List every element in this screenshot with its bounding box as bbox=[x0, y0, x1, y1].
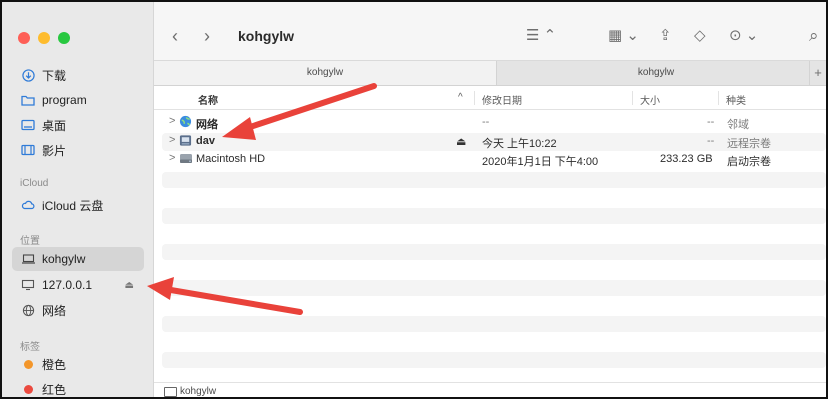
hard-drive-icon bbox=[179, 152, 193, 168]
window-title: kohgylw bbox=[238, 28, 295, 44]
empty-row-stripe bbox=[162, 280, 826, 296]
sidebar-item-label: 127.0.0.1 bbox=[42, 278, 93, 292]
monitor-icon bbox=[20, 277, 36, 293]
back-button[interactable]: ‹ bbox=[172, 26, 178, 47]
sidebar-section-locations: 位置 bbox=[20, 236, 40, 247]
column-divider bbox=[632, 91, 633, 105]
row-size: 233.23 GB bbox=[660, 153, 713, 165]
finder-window: 下载 program 桌面 影片 iCloud iCloud 云盘 位置 koh… bbox=[0, 0, 828, 399]
sidebar-tag-orange[interactable]: 橙色 bbox=[12, 352, 144, 376]
desktop-icon bbox=[20, 117, 36, 133]
table-row[interactable]: > 网络 -- -- 邻域 bbox=[162, 114, 826, 132]
sort-indicator-icon: ^ bbox=[458, 92, 463, 103]
sidebar-item-label: 红色 bbox=[42, 382, 67, 397]
row-kind: 邻域 bbox=[727, 119, 749, 131]
column-header-row: 名称 ^ 修改日期 大小 种类 bbox=[154, 87, 826, 110]
row-name: 网络 bbox=[196, 119, 218, 131]
table-row[interactable]: > Macintosh HD 2020年1月1日 下午4:00 233.23 G… bbox=[162, 151, 826, 169]
disclosure-chevron-icon[interactable]: > bbox=[169, 115, 175, 127]
column-divider bbox=[718, 91, 719, 105]
list-view-icon[interactable]: ☰ ⌃ bbox=[526, 26, 556, 44]
sidebar-item-label: 桌面 bbox=[42, 118, 67, 133]
row-size: -- bbox=[707, 135, 715, 147]
group-icon[interactable]: ▦ ⌄ bbox=[608, 26, 639, 44]
more-actions-icon[interactable]: ⊙ ⌄ bbox=[729, 26, 758, 44]
sidebar-item-desktop[interactable]: 桌面 bbox=[12, 113, 144, 137]
sidebar-item-label: 下载 bbox=[42, 68, 67, 83]
laptop-icon bbox=[164, 387, 177, 397]
sidebar-item-icloud-drive[interactable]: iCloud 云盘 bbox=[12, 193, 144, 217]
new-tab-button[interactable]: + bbox=[809, 61, 826, 85]
sidebar-item-program[interactable]: program bbox=[12, 88, 144, 112]
minimize-button[interactable] bbox=[38, 32, 50, 44]
sidebar-item-downloads[interactable]: 下载 bbox=[12, 63, 144, 87]
path-bar-item[interactable]: kohgylw bbox=[180, 386, 216, 397]
sidebar-item-label: 影片 bbox=[42, 143, 67, 158]
column-header-size[interactable]: 大小 bbox=[640, 92, 660, 107]
forward-button[interactable]: › bbox=[204, 26, 210, 47]
tab-kohgylw-1[interactable]: kohgylw bbox=[154, 61, 497, 85]
globe-icon bbox=[20, 302, 36, 318]
sidebar-item-label: kohgylw bbox=[42, 252, 86, 266]
tab-kohgylw-2[interactable]: kohgylw bbox=[497, 61, 815, 85]
orange-tag-dot-icon bbox=[23, 359, 33, 369]
tab-bar: kohgylw kohgylw + bbox=[154, 61, 826, 86]
row-name: dav bbox=[196, 135, 215, 147]
laptop-icon bbox=[20, 251, 36, 267]
row-name: Macintosh HD bbox=[196, 153, 266, 165]
sidebar-item-localhost[interactable]: 127.0.0.1 ⏏ bbox=[12, 273, 144, 297]
sidebar-section-icloud: iCloud bbox=[20, 178, 49, 189]
tab-label: kohgylw bbox=[306, 67, 344, 78]
row-modified: 今天 上午10:22 bbox=[482, 138, 557, 150]
tag-icon[interactable]: ◇ bbox=[694, 26, 706, 44]
column-header-kind[interactable]: 种类 bbox=[726, 92, 746, 107]
sidebar-item-label: 橙色 bbox=[42, 357, 67, 372]
sidebar-item-movies[interactable]: 影片 bbox=[12, 138, 144, 162]
toolbar: ‹ › kohgylw ☰ ⌃ ▦ ⌄ ⇪ ◇ ⊙ ⌄ ⌕ bbox=[154, 2, 826, 61]
folder-icon bbox=[20, 92, 36, 108]
sidebar-item-label: 网络 bbox=[42, 303, 67, 318]
row-size: -- bbox=[707, 116, 715, 128]
row-modified: 2020年1月1日 下午4:00 bbox=[482, 156, 599, 168]
row-kind: 启动宗卷 bbox=[727, 156, 771, 168]
eject-icon[interactable]: ⏏ bbox=[456, 135, 466, 148]
eject-icon[interactable]: ⏏ bbox=[125, 280, 134, 291]
cloud-icon bbox=[20, 197, 36, 213]
row-modified: -- bbox=[482, 116, 490, 128]
disclosure-chevron-icon[interactable]: > bbox=[169, 152, 175, 164]
row-kind: 远程宗卷 bbox=[727, 138, 771, 150]
close-button[interactable] bbox=[18, 32, 30, 44]
sidebar-item-label: iCloud 云盘 bbox=[42, 198, 104, 213]
path-bar: kohgylw bbox=[154, 382, 826, 397]
sidebar-item-kohgylw[interactable]: kohgylw bbox=[12, 247, 144, 271]
share-icon[interactable]: ⇪ bbox=[659, 26, 672, 44]
empty-row-stripe bbox=[162, 316, 826, 332]
tab-label: kohgylw bbox=[637, 67, 675, 78]
empty-row-stripe bbox=[162, 244, 826, 260]
network-globe-icon bbox=[179, 115, 192, 131]
table-row[interactable]: > dav ⏏ 今天 上午10:22 -- 远程宗卷 bbox=[162, 133, 826, 151]
red-tag-dot-icon bbox=[23, 384, 33, 394]
disclosure-chevron-icon[interactable]: > bbox=[169, 134, 175, 146]
column-header-modified[interactable]: 修改日期 bbox=[482, 92, 522, 107]
server-drive-icon bbox=[179, 134, 192, 150]
empty-row-stripe bbox=[162, 352, 826, 368]
sidebar: 下载 program 桌面 影片 iCloud iCloud 云盘 位置 koh… bbox=[2, 2, 154, 397]
zoom-button[interactable] bbox=[58, 32, 70, 44]
empty-row-stripe bbox=[162, 172, 826, 188]
sidebar-section-tags: 标签 bbox=[20, 342, 40, 353]
sidebar-item-network[interactable]: 网络 bbox=[12, 298, 144, 322]
column-header-name[interactable]: 名称 bbox=[198, 92, 218, 107]
sidebar-tag-red[interactable]: 红色 bbox=[12, 377, 144, 397]
download-icon bbox=[20, 67, 36, 83]
window-controls bbox=[18, 32, 70, 44]
film-icon bbox=[20, 142, 36, 158]
sidebar-item-label: program bbox=[42, 93, 87, 107]
empty-row-stripe bbox=[162, 208, 826, 224]
column-divider bbox=[474, 91, 475, 105]
search-icon[interactable]: ⌕ bbox=[809, 26, 819, 46]
